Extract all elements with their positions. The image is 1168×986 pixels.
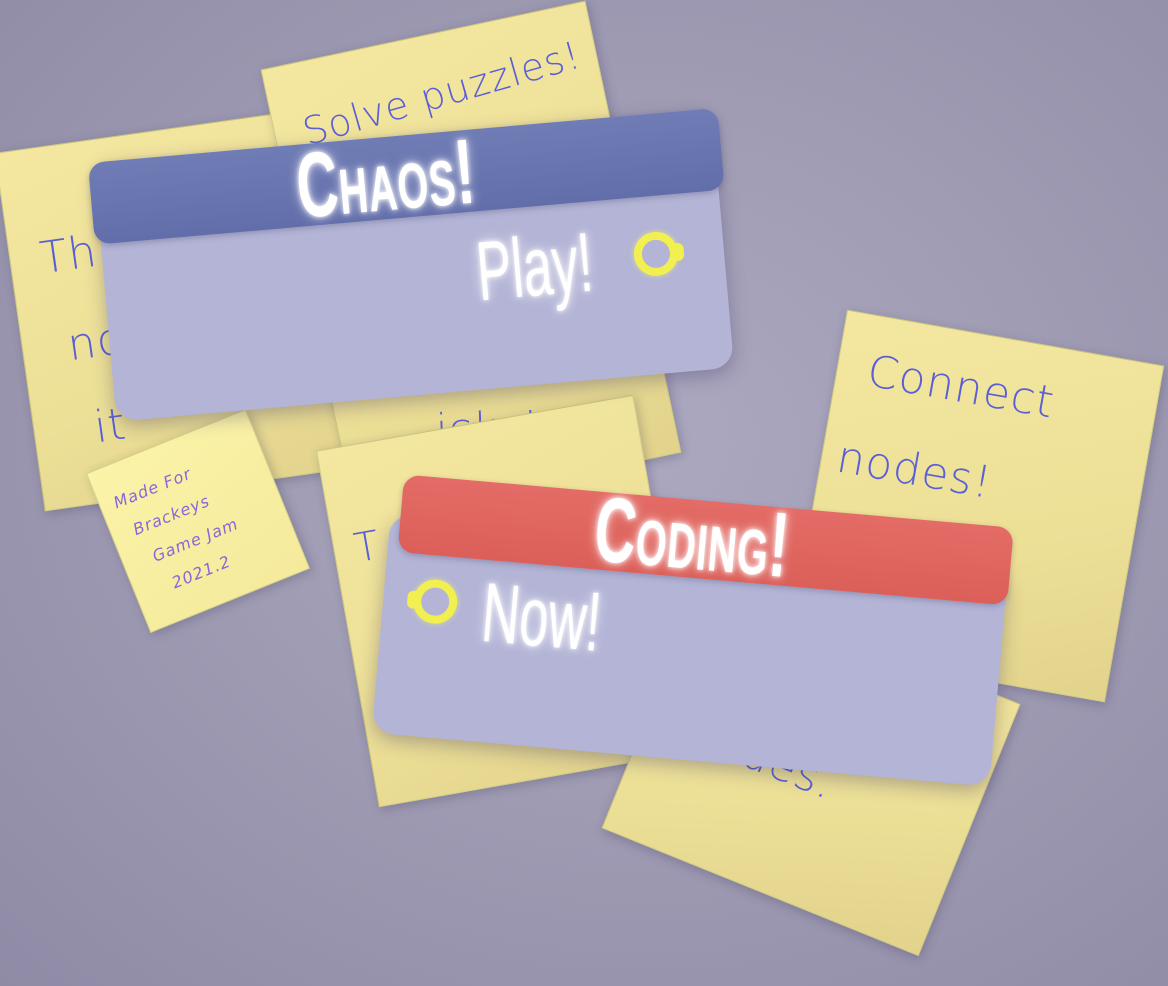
note-left-line-1: Th — [37, 225, 101, 285]
chaos-title: Chaos! — [292, 120, 480, 238]
chaos-play-panel[interactable]: Chaos! Play! — [87, 107, 735, 422]
coding-title: Coding! — [590, 478, 794, 598]
note-middle-line-1: T — [350, 522, 384, 573]
play-label[interactable]: Play! — [472, 212, 597, 322]
now-label[interactable]: Now! — [478, 562, 605, 672]
note-connect-line-1: Connect — [863, 345, 1059, 429]
ring-icon — [411, 577, 460, 626]
credits-line-4: 2021.2 — [169, 551, 234, 593]
note-connect-line-2: nodes! — [833, 431, 996, 509]
ring-icon — [632, 230, 680, 278]
